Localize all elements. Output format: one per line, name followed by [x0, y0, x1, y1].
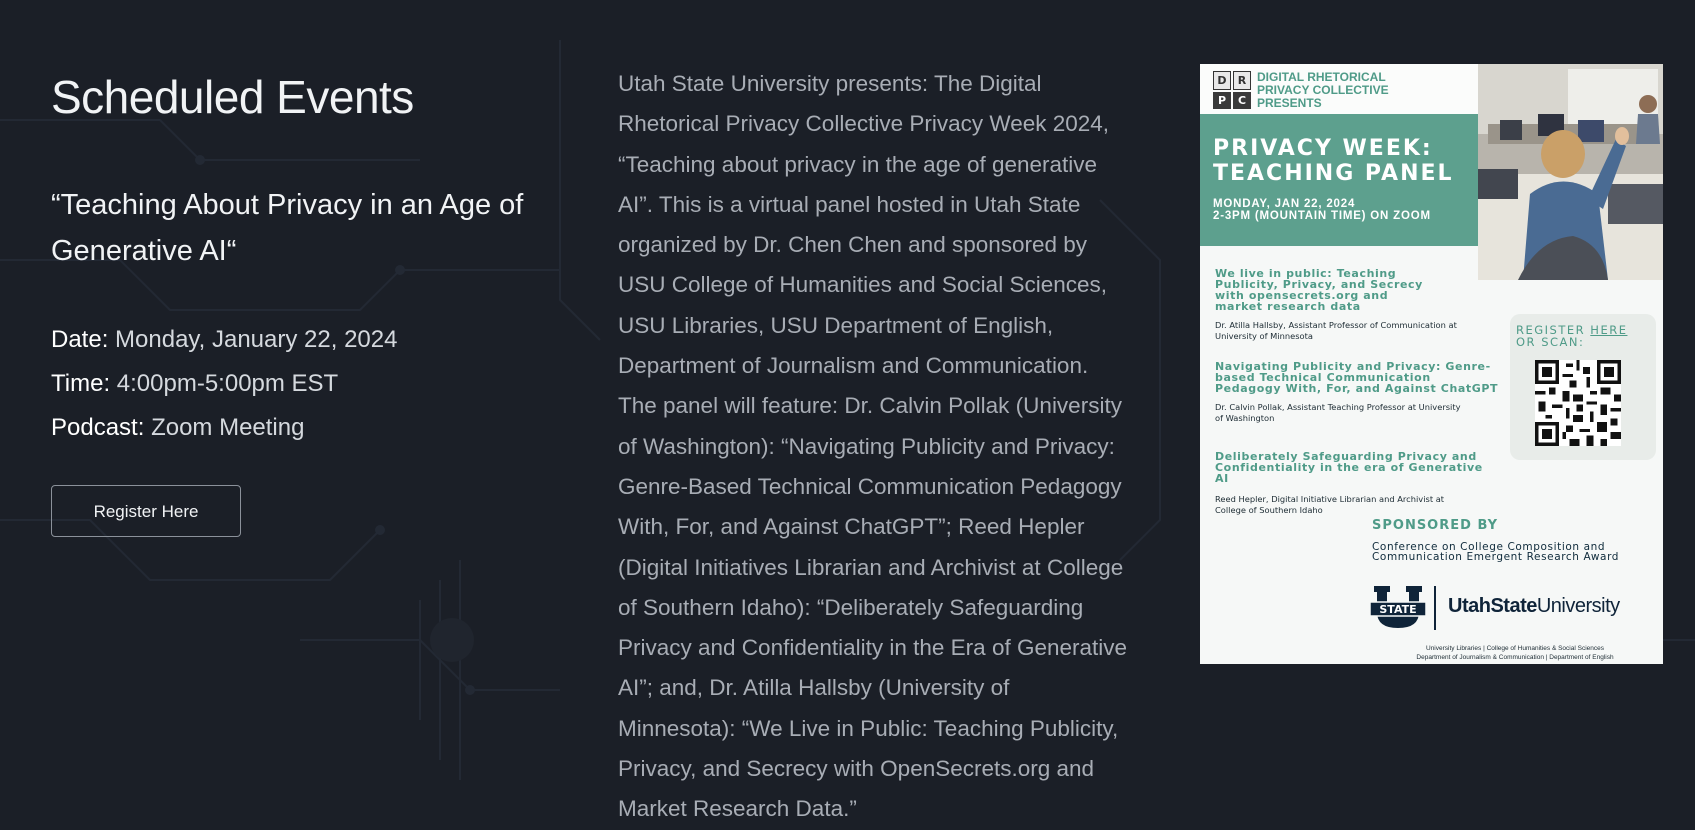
footer-line: University Libraries | College of Humani…: [1426, 645, 1604, 652]
time-label: Time:: [51, 370, 111, 397]
time-row: Time: 4:00pm-5:00pm EST: [51, 362, 531, 406]
talk-speaker: Dr. Atilla Hallsby, Assistant Professor …: [1215, 320, 1457, 341]
usu-divider: [1434, 586, 1436, 630]
usu-state-text: STATE: [1379, 603, 1416, 616]
usu-logo: STATE UtahStateUniversity: [1368, 584, 1658, 634]
date-row: Date: Monday, January 22, 2024: [51, 318, 531, 362]
event-title: “Teaching About Privacy in an Age of Gen…: [51, 189, 524, 267]
usu-u-state-icon: STATE: [1369, 586, 1427, 628]
scan-suffix: OR SCAN:: [1516, 335, 1585, 349]
classroom-photo: [1478, 64, 1663, 280]
sponsor-name: Conference on College Composition and Co…: [1372, 542, 1620, 563]
podcast-label: Podcast:: [51, 414, 145, 441]
register-button[interactable]: Register Here: [51, 485, 241, 537]
page-title: Scheduled Events: [51, 71, 414, 123]
poster-header: D R P C DIGITAL RHETORICAL PRIVACY COLLE…: [1200, 64, 1478, 114]
talk-speaker: Dr. Calvin Pollak, Assistant Teaching Pr…: [1215, 402, 1461, 423]
poster-footer: University Libraries | College of Humani…: [1380, 644, 1650, 662]
talk-speaker: Reed Hepler, Digital Initiative Libraria…: [1215, 494, 1445, 515]
talk-3: Deliberately Safeguarding Privacy and Co…: [1215, 451, 1495, 516]
poster-title: PRIVACY WEEK: TEACHING PANEL: [1213, 136, 1454, 186]
talk-title: Deliberately Safeguarding Privacy and Co…: [1215, 450, 1483, 485]
event-poster: D R P C DIGITAL RHETORICAL PRIVACY COLLE…: [1200, 64, 1663, 664]
talk-title: Navigating Publicity and Privacy: Genre-…: [1215, 360, 1499, 395]
usu-wordmark: UtahStateUniversity: [1448, 595, 1620, 618]
podcast-value: Zoom Meeting: [151, 414, 305, 441]
poster-register-link[interactable]: HERE: [1590, 323, 1627, 337]
footer-line: Department of Journalism & Communication…: [1416, 654, 1614, 661]
poster-date: MONDAY, JAN 22, 2024 2-3PM (MOUNTAIN TIM…: [1213, 198, 1431, 222]
poster-title-line: PRIVACY WEEK:: [1213, 136, 1433, 161]
usu-name-bold: UtahState: [1448, 595, 1537, 617]
drpc-logo: D R P C: [1213, 71, 1251, 109]
scan-text: REGISTER HERE OR SCAN:: [1516, 324, 1627, 348]
logo-letter: D: [1213, 71, 1231, 90]
date-label: Date:: [51, 326, 109, 353]
sponsor-line: Communication Emergent Research Award: [1372, 551, 1620, 563]
logo-letter: R: [1233, 71, 1251, 90]
logo-letter: P: [1213, 92, 1231, 109]
time-value: 4:00pm-5:00pm EST: [116, 370, 339, 397]
usu-name-rest: University: [1536, 595, 1620, 617]
poster-date-line: MONDAY, JAN 22, 2024: [1213, 198, 1356, 210]
register-scan-box: REGISTER HERE OR SCAN:: [1510, 314, 1656, 460]
logo-letter: C: [1233, 92, 1251, 109]
talk-1: We live in public: Teaching Publicity, P…: [1215, 268, 1465, 342]
qr-code-icon[interactable]: [1535, 360, 1621, 446]
podcast-row: Podcast: Zoom Meeting: [51, 406, 531, 450]
org-line: PRESENTS: [1257, 96, 1322, 110]
poster-org: DIGITAL RHETORICAL PRIVACY COLLECTIVE PR…: [1257, 71, 1389, 110]
poster-date-line: 2-3PM (MOUNTAIN TIME) ON ZOOM: [1213, 210, 1431, 222]
sponsored-heading: SPONSORED BY: [1372, 518, 1499, 533]
talk-2: Navigating Publicity and Privacy: Genre-…: [1215, 361, 1500, 424]
event-meta: Date: Monday, January 22, 2024 Time: 4:0…: [51, 318, 531, 450]
event-description: Utah State University presents: The Digi…: [618, 71, 1128, 822]
event-info: Scheduled Events “Teaching About Privacy…: [51, 70, 531, 537]
date-value: Monday, January 22, 2024: [115, 326, 398, 353]
talk-title: We live in public: Teaching Publicity, P…: [1215, 267, 1423, 313]
poster-title-line: TEACHING PANEL: [1213, 161, 1454, 186]
